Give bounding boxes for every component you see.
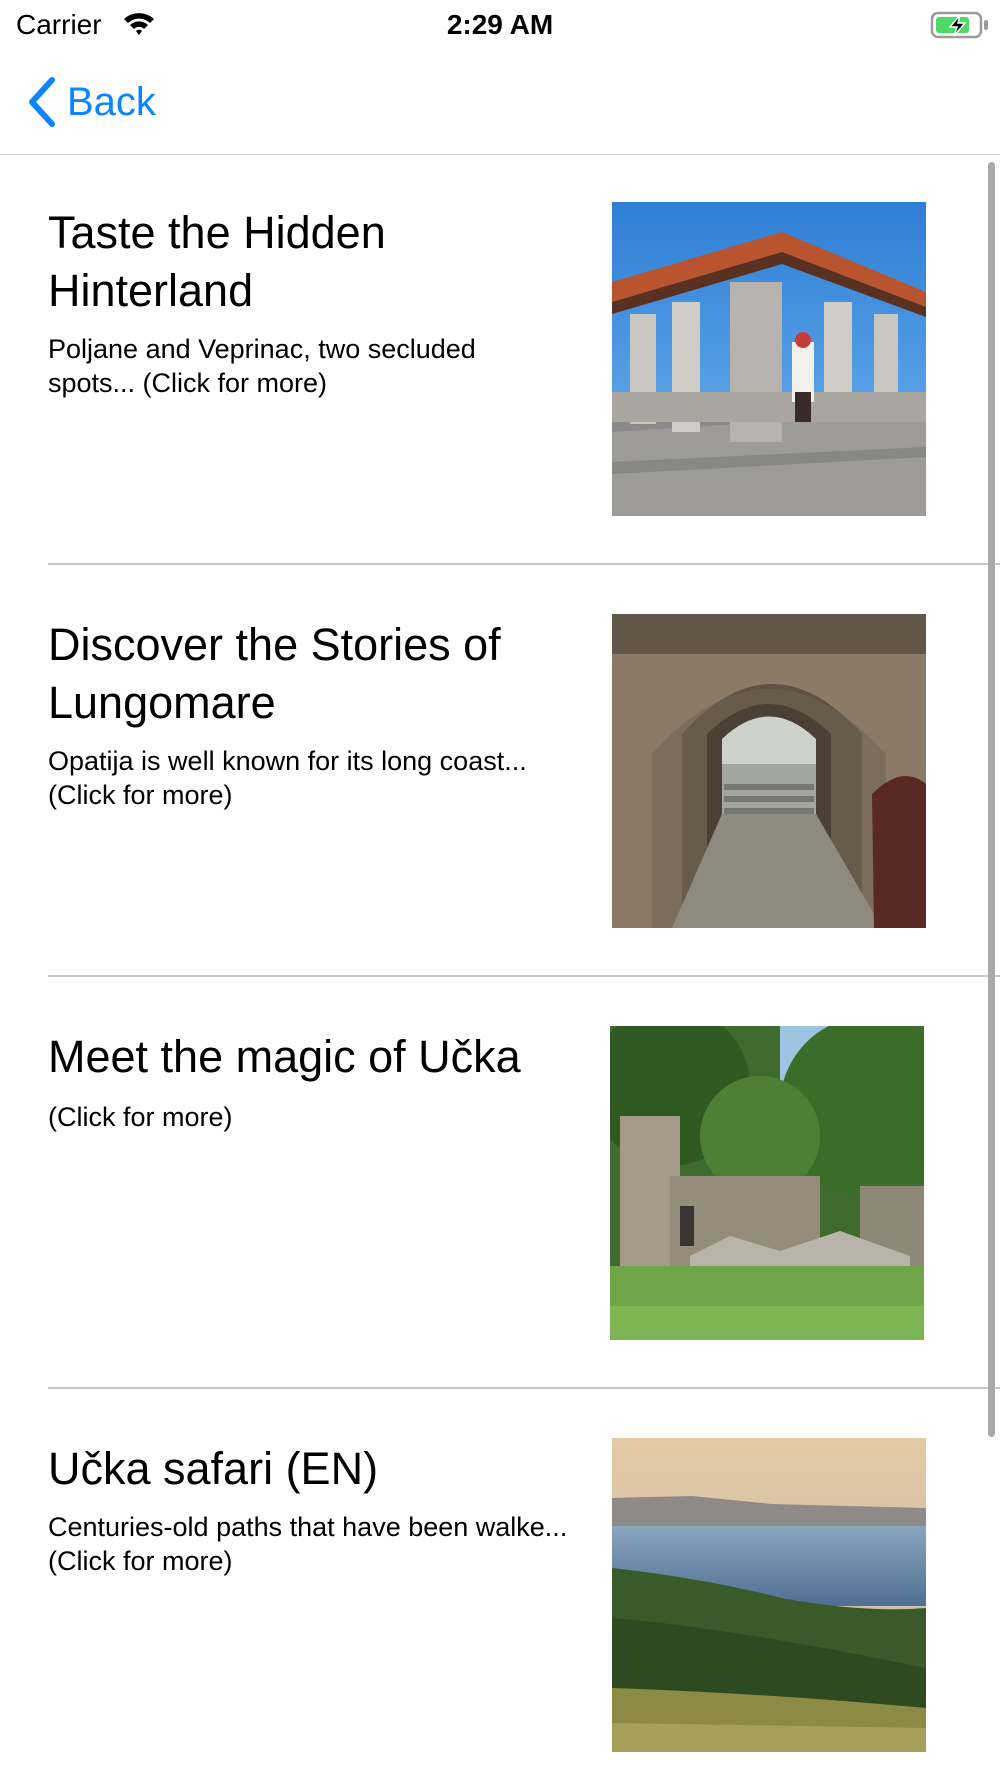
lungomare-photo bbox=[612, 614, 926, 928]
article-list[interactable]: Taste the Hidden Hinterland Poljane and … bbox=[0, 156, 1000, 1778]
item-description: (Click for more) bbox=[48, 1102, 233, 1132]
status-bar: Carrier 2:29 AM bbox=[0, 0, 1000, 50]
list-item[interactable]: Taste the Hidden Hinterland Poljane and … bbox=[0, 156, 1000, 568]
hinterland-photo bbox=[612, 202, 926, 516]
item-description: Poljane and Veprinac, two secluded spots… bbox=[48, 334, 476, 398]
item-description: Opatija is well known for its long coast… bbox=[48, 746, 527, 810]
ucka-safari-photo bbox=[612, 1438, 926, 1752]
item-title: Meet the magic of Učka bbox=[48, 1031, 521, 1082]
row-separator bbox=[48, 1387, 1000, 1389]
row-separator bbox=[48, 975, 1000, 977]
back-button[interactable]: Back bbox=[26, 74, 156, 130]
scroll-indicator[interactable] bbox=[988, 162, 995, 1437]
list-item[interactable]: Učka safari (EN) Centuries-old paths tha… bbox=[0, 1392, 1000, 1778]
navigation-bar: Back bbox=[0, 50, 1000, 155]
row-separator bbox=[48, 563, 1000, 565]
status-time: 2:29 AM bbox=[446, 9, 554, 40]
item-title: Discover the Stories of Lungomare bbox=[48, 619, 501, 728]
item-title: Taste the Hidden Hinterland bbox=[48, 207, 386, 316]
item-title: Učka safari (EN) bbox=[48, 1443, 379, 1494]
ucka-photo bbox=[610, 1026, 924, 1340]
battery-charging-icon bbox=[930, 11, 988, 39]
chevron-left-icon bbox=[29, 77, 55, 127]
back-label: Back bbox=[67, 80, 156, 124]
list-item[interactable]: Meet the magic of Učka (Click for more) bbox=[0, 980, 1000, 1392]
item-description: Centuries-old paths that have been walke… bbox=[48, 1512, 568, 1576]
list-item[interactable]: Discover the Stories of Lungomare Opatij… bbox=[0, 568, 1000, 980]
